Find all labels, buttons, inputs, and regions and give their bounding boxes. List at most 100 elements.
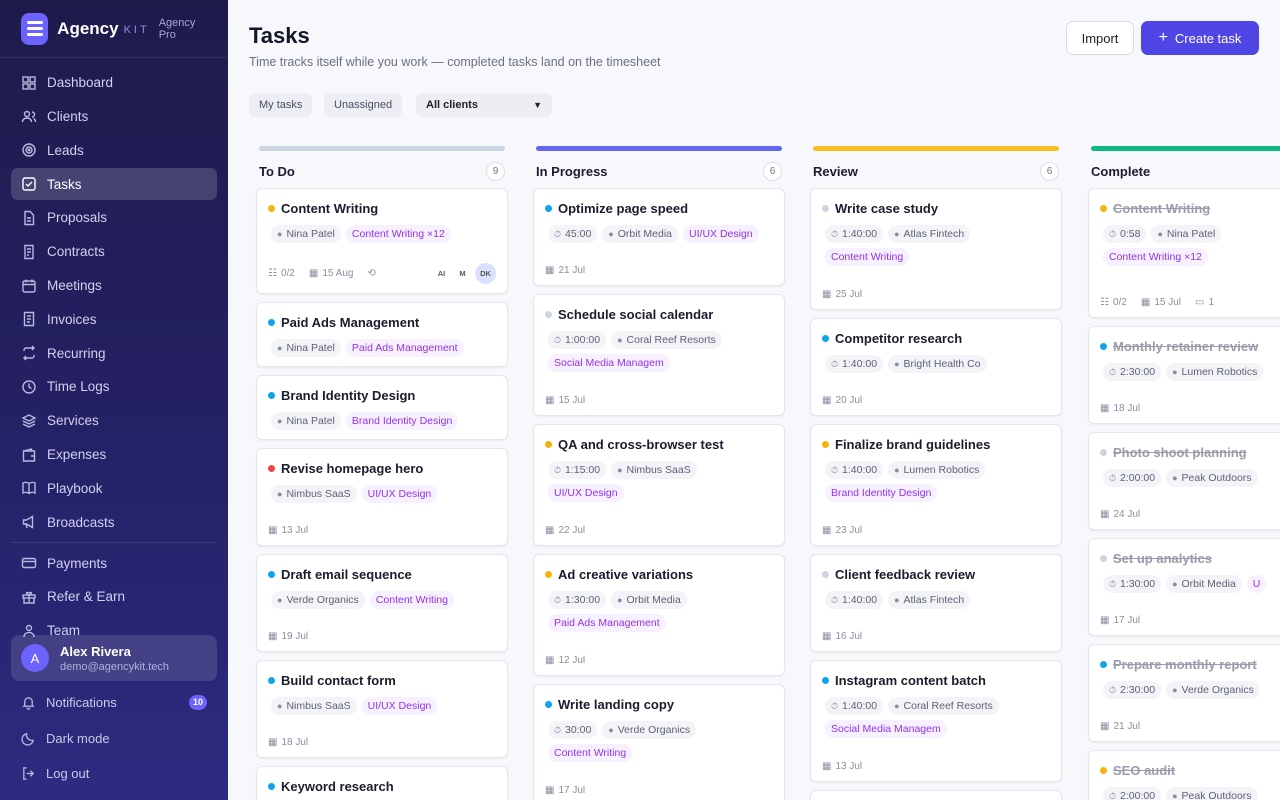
column-title: Review bbox=[813, 163, 858, 179]
filter-my-tasks[interactable]: My tasks bbox=[249, 93, 313, 117]
task-card[interactable]: Finalize brand guidelines ⏱ 1:40:00 ● Lumen … bbox=[810, 424, 1062, 546]
sidebar-item-broadcasts[interactable]: Broadcasts bbox=[11, 506, 217, 538]
task-card[interactable]: Competitor research ⏱ 1:40:00 ● Bright Healt… bbox=[810, 318, 1062, 416]
users-icon bbox=[21, 110, 37, 122]
client-icon: ● bbox=[894, 359, 900, 369]
task-card[interactable]: Brand Identity Design ● Nina Patel Brand Id… bbox=[256, 375, 508, 440]
timer-chip[interactable]: ⏱ 0:58 bbox=[1103, 225, 1147, 243]
task-card[interactable]: Photo shoot planning ⏱ 2:00:00 ● Peak Outdoo… bbox=[1088, 432, 1280, 530]
task-card[interactable]: Instagram content batch ⏱ 1:40:00 ● Coral Re… bbox=[810, 660, 1062, 782]
sidebar-item-label: Services bbox=[47, 413, 99, 429]
service-chip: Content Writing ×12 bbox=[1103, 248, 1208, 266]
sidebar-item-label: Time Logs bbox=[47, 379, 110, 395]
task-card[interactable]: Write landing copy ⏱ 30:00 ● Verde Organics C… bbox=[533, 684, 785, 800]
sidebar-item-services[interactable]: Services bbox=[11, 405, 217, 437]
timer-chip[interactable]: ⏱ 1:30:00 bbox=[548, 591, 607, 609]
sidebar-item-dashboard[interactable]: Dashboard bbox=[11, 67, 217, 99]
task-card[interactable]: Content Writing ⏱ 0:58 ● Nina Patel Content W… bbox=[1088, 188, 1280, 318]
timer-chip[interactable]: ⏱ 1:30:00 bbox=[1103, 575, 1162, 593]
assignee-avatar[interactable]: M bbox=[454, 265, 471, 282]
sidebar-item-tasks[interactable]: Tasks bbox=[11, 168, 217, 201]
sidebar-item-meetings[interactable]: Meetings bbox=[11, 270, 217, 302]
task-card[interactable]: Build contact form ● Nimbus SaaS UI/UX Desi… bbox=[256, 660, 508, 758]
task-card[interactable]: Monthly retainer review ⏱ 2:30:00 ● Lumen Ro… bbox=[1088, 326, 1280, 424]
moon-icon bbox=[21, 732, 35, 746]
sidebar-item-expenses[interactable]: Expenses bbox=[11, 439, 217, 471]
task-title: Draft email sequence bbox=[268, 567, 496, 582]
task-chips: ● Nina Patel Paid Ads Management bbox=[271, 339, 496, 357]
timer-icon: ⏱ bbox=[1109, 366, 1117, 377]
task-card[interactable]: QA and cross-browser test ⏱ 1:15:00 ● Nimbus… bbox=[533, 424, 785, 546]
sidebar-item-payments[interactable]: Payments bbox=[11, 547, 217, 579]
timer-chip[interactable]: ⏱ 1:40:00 bbox=[825, 591, 884, 609]
task-card[interactable]: Ad creative variations ⏱ 1:30:00 ● Orbit Med… bbox=[533, 554, 785, 676]
priority-dot bbox=[822, 571, 829, 578]
sidebar-item-proposals[interactable]: Proposals bbox=[11, 202, 217, 234]
sidebar-item-time-logs[interactable]: Time Logs bbox=[11, 371, 217, 403]
timer-chip[interactable]: ⏱ 1:40:00 bbox=[825, 225, 884, 243]
task-title: Finalize brand guidelines bbox=[822, 437, 1050, 452]
timer-chip[interactable]: ⏱ 1:00:00 bbox=[548, 331, 607, 349]
task-card[interactable]: SEO audit ⏱ 2:00:00 ● Peak Outdoors bbox=[1088, 750, 1280, 800]
timer-chip[interactable]: ⏱ 2:30:00 bbox=[1103, 681, 1162, 699]
brand[interactable]: Agency KIT Agency Pro bbox=[0, 0, 228, 58]
task-card[interactable]: Write case study ⏱ 1:40:00 ● Atlas Fintech Co… bbox=[810, 188, 1062, 310]
task-card[interactable]: Paid Ads Management ● Nina Patel Paid Ads M… bbox=[256, 302, 508, 367]
task-chips: ⏱ 2:30:00 ● Lumen Robotics bbox=[1103, 363, 1280, 381]
create-task-button[interactable]: + Create task bbox=[1141, 21, 1259, 55]
service-chip: Paid Ads Management bbox=[548, 614, 666, 632]
sidebar-item-invoices[interactable]: Invoices bbox=[11, 303, 217, 335]
timer-chip[interactable]: ⏱ 1:15:00 bbox=[548, 461, 607, 479]
task-card[interactable]: Client feedback review ⏱ 1:40:00 ● Atlas Fin… bbox=[810, 554, 1062, 652]
sidebar-item-clients[interactable]: Clients bbox=[11, 101, 217, 133]
assignee-avatar[interactable]: DK bbox=[475, 263, 496, 284]
client-select[interactable]: All clients ▼ bbox=[416, 93, 552, 117]
timer-chip[interactable]: ⏱ 1:40:00 bbox=[825, 461, 884, 479]
priority-dot bbox=[822, 335, 829, 342]
task-card[interactable] bbox=[810, 790, 1062, 800]
sidebar-item-contracts[interactable]: Contracts bbox=[11, 236, 217, 268]
timer-chip[interactable]: ⏱ 1:40:00 bbox=[825, 355, 884, 373]
import-button[interactable]: Import bbox=[1066, 21, 1134, 55]
task-card[interactable]: Set up analytics ⏱ 1:30:00 ● Orbit Media U ▦ 17… bbox=[1088, 538, 1280, 636]
timer-chip[interactable]: ⏱ 1:40:00 bbox=[825, 697, 884, 715]
page-subtitle: Time tracks itself while you work — comp… bbox=[249, 55, 661, 69]
filter-unassigned[interactable]: Unassigned bbox=[324, 93, 403, 117]
task-card[interactable]: Schedule social calendar ⏱ 1:00:00 ● Coral R… bbox=[533, 294, 785, 416]
task-card[interactable]: Draft email sequence ● Verde Organics Conte… bbox=[256, 554, 508, 652]
sidebar-item-leads[interactable]: Leads bbox=[11, 134, 217, 166]
nav-divider bbox=[11, 542, 217, 544]
wallet-icon bbox=[22, 447, 36, 462]
timer-chip[interactable]: ⏱ 45:00 bbox=[548, 225, 598, 243]
sidebar-item-recurring[interactable]: Recurring bbox=[11, 337, 217, 369]
sidebar-item-refer-earn[interactable]: Refer & Earn bbox=[11, 581, 217, 613]
task-footer: ☷ 0/2 ▦ 15 Jul ▭ 1 bbox=[1100, 297, 1280, 308]
logout-button[interactable]: Log out bbox=[11, 759, 217, 787]
task-card[interactable]: Keyword research bbox=[256, 766, 508, 800]
task-footer: ▦ 20 Jul bbox=[822, 395, 1050, 406]
timer-chip[interactable]: ⏱ 2:30:00 bbox=[1103, 363, 1162, 381]
timer-chip[interactable]: ⏱ 2:00:00 bbox=[1103, 787, 1162, 800]
clock-icon bbox=[22, 380, 36, 394]
notifications-button[interactable]: Notifications 10 bbox=[11, 688, 217, 716]
timer-chip[interactable]: ⏱ 2:00:00 bbox=[1103, 469, 1162, 487]
sidebar-item-label: Proposals bbox=[47, 210, 108, 226]
task-title-text: Write case study bbox=[835, 201, 939, 216]
assignee-avatar[interactable]: AI bbox=[433, 265, 450, 282]
due-date: 25 Jul bbox=[835, 289, 863, 300]
user-card[interactable]: A Alex Rivera demo@agencykit.tech bbox=[11, 635, 217, 681]
task-card[interactable]: Content Writing ● Nina Patel Content Writin… bbox=[256, 188, 508, 294]
client-name: Orbit Media bbox=[1181, 578, 1236, 590]
dark-mode-toggle[interactable]: Dark mode bbox=[11, 724, 217, 752]
client-name: Nina Patel bbox=[286, 415, 335, 427]
sidebar-item-playbook[interactable]: Playbook bbox=[11, 472, 217, 504]
task-footer: ▦ 13 Jul bbox=[822, 761, 1050, 772]
task-card[interactable]: Prepare monthly report ⏱ 2:30:00 ● Verde Org… bbox=[1088, 644, 1280, 742]
timer-chip[interactable]: ⏱ 30:00 bbox=[548, 721, 598, 739]
task-card[interactable]: Revise homepage hero ● Nimbus SaaS UI/UX De… bbox=[256, 448, 508, 546]
task-card[interactable]: Optimize page speed ⏱ 45:00 ● Orbit Media UI/… bbox=[533, 188, 785, 286]
task-chips: ● Nimbus SaaS UI/UX Design bbox=[271, 485, 496, 503]
client-name: Orbit Media bbox=[626, 594, 681, 606]
client-icon: ● bbox=[1157, 229, 1163, 239]
task-chips: ⏱ 1:40:00 ● Coral Reef Resorts Social Media … bbox=[825, 697, 1050, 738]
